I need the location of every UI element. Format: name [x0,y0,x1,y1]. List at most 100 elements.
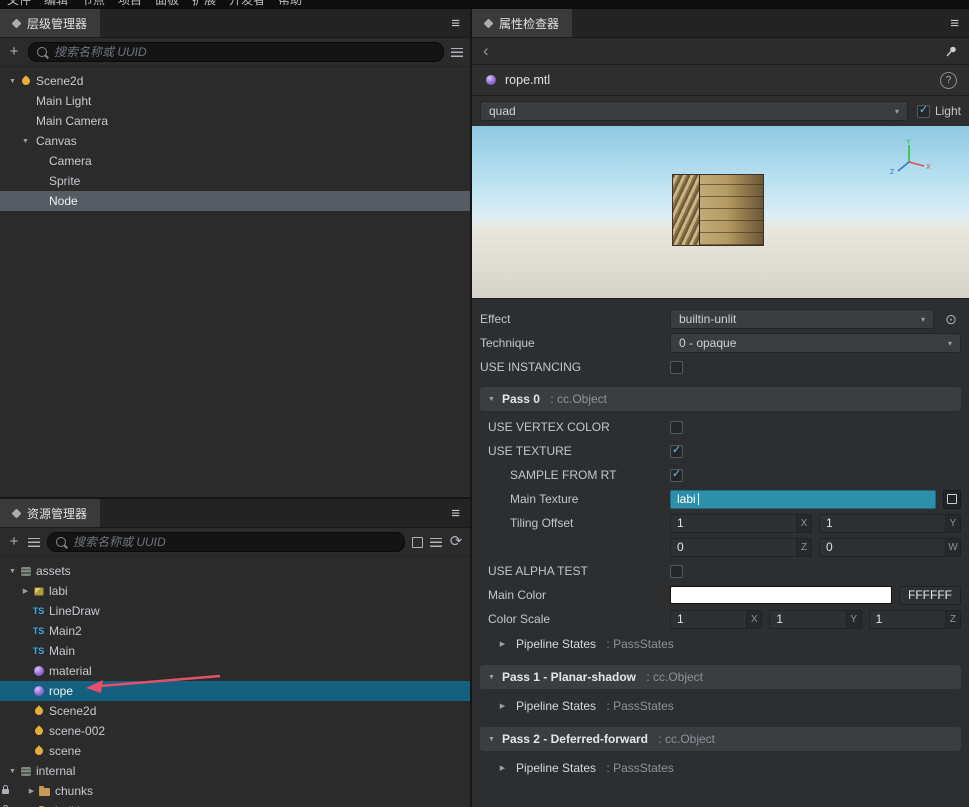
hierarchy-item-sprite[interactable]: Sprite [0,171,470,191]
section-header-pass-2-deferred-forward[interactable]: ▼ Pass 2 - Deferred-forward : cc.Object [480,727,961,751]
checkbox-use-texture[interactable] [670,444,683,458]
menubar: 文件 编辑 节点 项目 面板 扩展 开发者 帮助 [0,0,969,9]
chevron-right-icon[interactable]: ▶ [25,787,38,795]
tab-hierarchy[interactable]: 层级管理器 [0,9,101,37]
light-checkbox[interactable] [916,104,930,118]
material-preview-viewport[interactable]: Y X Z [472,126,969,299]
asset-item-rope[interactable]: rope [0,681,470,701]
preview-shape-dropdown[interactable]: quad ▾ [480,101,908,121]
hierarchy-search[interactable] [28,42,444,62]
tree-item-label: Scene2d [36,74,84,88]
asset-item-internal[interactable]: ▼ internal [0,761,470,781]
number-field-z[interactable]: 0Z [670,537,812,557]
asset-item-linedraw[interactable]: TS LineDraw [0,601,470,621]
asset-item-labi[interactable]: ▶ labi [0,581,470,601]
asset-item-builtin[interactable]: ▼builtin [0,801,470,807]
assets-search-input[interactable] [71,534,396,550]
axis-gizmo: Y X Z [890,139,931,176]
refresh-icon[interactable]: ⟳ [449,534,463,549]
menubar-item-4[interactable]: 项目 [118,0,142,8]
texture-picker-button[interactable] [943,489,961,509]
asset-item-scene[interactable]: scene [0,741,470,761]
dropdown-technique[interactable]: 0 - opaque ▾ [670,333,961,353]
menubar-item-2[interactable]: 编辑 [44,0,68,8]
color-swatch[interactable] [670,586,892,604]
dropdown-effect[interactable]: builtin-unlit ▾ [670,309,934,329]
hierarchy-item-main-camera[interactable]: Main Camera [0,111,470,131]
chevron-right-icon[interactable]: ▶ [19,587,32,595]
fold-type: : PassStates [603,699,674,713]
tab-assets[interactable]: 资源管理器 [0,499,101,527]
section-title: Pass 2 - Deferred-forward [501,732,648,746]
fold-row-pipeline-states[interactable]: ▶ Pipeline States : PassStates [480,693,961,719]
help-icon[interactable] [940,71,957,89]
list-view-icon[interactable] [430,537,442,547]
hierarchy-item-camera[interactable]: Camera [0,151,470,171]
asset-item-scene2d[interactable]: Scene2d [0,701,470,721]
back-icon[interactable]: ‹ [483,42,489,59]
sort-icon[interactable] [28,537,40,547]
asset-item-main2[interactable]: TS Main2 [0,621,470,641]
chevron-down-icon[interactable]: ▼ [19,138,32,145]
fold-row-pipeline-states[interactable]: ▶ Pipeline States : PassStates [480,755,961,781]
checkbox-use-instancing[interactable] [670,360,683,374]
texture-input[interactable]: labi [670,489,936,509]
hierarchy-search-input[interactable] [52,44,435,60]
chevron-right-icon[interactable]: ▶ [496,702,509,710]
section-header-pass-1-planar-shadow[interactable]: ▼ Pass 1 - Planar-shadow : cc.Object [480,665,961,689]
fold-row-pipeline-states[interactable]: ▶ Pipeline States : PassStates [480,631,961,657]
chevron-down-icon[interactable]: ▼ [6,568,19,575]
hierarchy-item-scene2d[interactable]: ▼ Scene2d [0,71,470,91]
thumbnail-toggle-icon[interactable] [412,536,423,548]
menubar-item-8[interactable]: 帮助 [278,0,302,8]
number-field-x[interactable]: 1X [670,513,812,533]
hierarchy-item-main-light[interactable]: Main Light [0,91,470,111]
assets-menu-icon[interactable]: ≡ [441,505,470,522]
ts-icon: TS [32,606,45,616]
section-header-pass-0[interactable]: ▼ Pass 0 : cc.Object [480,387,961,411]
asset-item-main[interactable]: TS Main [0,641,470,661]
asset-name: rope.mtl [505,73,551,87]
chevron-down-icon[interactable]: ▼ [6,768,19,775]
scene-icon [32,745,45,757]
number-field-y[interactable]: 1Y [819,513,961,533]
chevron-down-icon[interactable]: ▼ [488,736,495,743]
menubar-item-5[interactable]: 面板 [155,0,179,8]
assets-add-button[interactable]: + [7,534,21,549]
menubar-item-7[interactable]: 开发者 [229,0,265,8]
assets-search[interactable] [47,532,405,552]
hierarchy-add-button[interactable]: + [7,44,21,59]
text-cursor [697,493,699,505]
menubar-item-1[interactable]: 文件 [7,0,31,8]
menubar-item-3[interactable]: 节点 [81,0,105,8]
asset-item-assets[interactable]: ▼ assets [0,561,470,581]
chevron-down-icon[interactable]: ▼ [6,78,19,85]
checkbox-use-vertex-color[interactable] [670,420,683,434]
asset-item-material[interactable]: material [0,661,470,681]
tab-inspector[interactable]: 属性检查器 [472,9,573,37]
hierarchy-menu-icon[interactable]: ≡ [441,15,470,32]
hierarchy-item-canvas[interactable]: ▼ Canvas [0,131,470,151]
hierarchy-filter-icon[interactable] [451,47,463,57]
pin-icon[interactable] [945,45,958,58]
color-hex-value[interactable]: FFFFFF [899,585,961,605]
checkbox-sample-from-rt[interactable] [670,468,683,482]
asset-item-chunks[interactable]: ▶ chunks [0,781,470,801]
asset-item-scene-002[interactable]: scene-002 [0,721,470,741]
number-field-x[interactable]: 1X [670,609,763,629]
number-field-z[interactable]: 1Z [868,609,961,629]
number-field-w[interactable]: 0W [819,537,961,557]
menubar-item-6[interactable]: 扩展 [192,0,216,8]
axis-label: X [746,610,762,628]
chevron-down-icon[interactable]: ▼ [488,396,495,403]
chevron-down-icon[interactable]: ▼ [488,674,495,681]
checkbox-use-alpha-test[interactable] [670,564,683,578]
number-field-y[interactable]: 1Y [769,609,862,629]
hierarchy-item-node[interactable]: Node [0,191,470,211]
chevron-right-icon[interactable]: ▶ [496,764,509,772]
property-row-main-color: Main Color FFFFFF [480,583,961,607]
effect-settings-icon[interactable]: ⊙ [941,312,961,326]
chevron-down-icon: ▾ [894,106,899,116]
inspector-menu-icon[interactable]: ≡ [940,15,969,32]
chevron-right-icon[interactable]: ▶ [496,640,509,648]
